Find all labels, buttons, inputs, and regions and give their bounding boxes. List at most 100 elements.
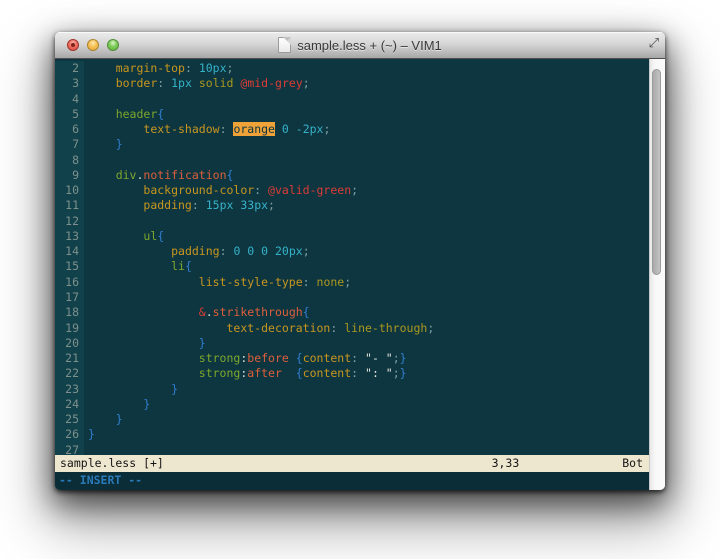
- fullscreen-icon[interactable]: ⤢: [649, 36, 659, 49]
- search-highlight: orange: [233, 122, 275, 136]
- code-token: [88, 183, 143, 197]
- code-line[interactable]: text-shadow: orange 0 -2px;: [88, 122, 649, 137]
- code-line[interactable]: }: [88, 137, 649, 152]
- code-token: {: [296, 351, 303, 365]
- line-number: 6: [55, 122, 79, 137]
- code-line[interactable]: div.notification{: [88, 168, 649, 183]
- mode-indicator: -- INSERT --: [55, 473, 142, 487]
- code-token: }: [88, 427, 95, 441]
- code-token: &: [199, 305, 206, 319]
- code-line[interactable]: }: [88, 397, 649, 412]
- code-token: ;: [393, 351, 400, 365]
- code-line[interactable]: strong:before {content: "- ";}: [88, 351, 649, 366]
- code-token: }: [400, 366, 407, 380]
- code-token: ;: [227, 61, 234, 75]
- line-number: 27: [55, 443, 79, 455]
- code-token: ;: [303, 244, 310, 258]
- code-line[interactable]: }: [88, 336, 649, 351]
- code-line[interactable]: margin-top: 10px;: [88, 61, 649, 76]
- line-number: 11: [55, 198, 79, 213]
- minimize-button[interactable]: [87, 39, 99, 51]
- line-number: 5: [55, 107, 79, 122]
- code-line[interactable]: li{: [88, 259, 649, 274]
- code-token: 0 0 0 20px: [233, 244, 302, 258]
- code-token: }: [199, 336, 206, 350]
- code-line[interactable]: [88, 153, 649, 168]
- line-number: 12: [55, 214, 79, 229]
- code-token: [88, 122, 143, 136]
- code-token: ;: [323, 122, 330, 136]
- code-token: [358, 366, 365, 380]
- window-content: 2345678910111213141516171819202122232425…: [55, 59, 665, 490]
- code-line[interactable]: list-style-type: none;: [88, 275, 649, 290]
- code-token: 0 -2px: [282, 122, 324, 136]
- code-token: div: [116, 168, 137, 182]
- window-title: sample.less + (~) – VIM1: [297, 38, 442, 53]
- line-number: 20: [55, 336, 79, 351]
- line-number: 3: [55, 76, 79, 91]
- code-line[interactable]: }: [88, 382, 649, 397]
- editor-main: 2345678910111213141516171819202122232425…: [55, 59, 649, 490]
- code-line[interactable]: [88, 92, 649, 107]
- code-token: }: [171, 382, 178, 396]
- code-area[interactable]: 2345678910111213141516171819202122232425…: [55, 59, 649, 455]
- code-token: [310, 275, 317, 289]
- code-line[interactable]: [88, 290, 649, 305]
- code-token: padding: [143, 198, 191, 212]
- status-position: Bot: [622, 455, 643, 472]
- code-token: line-through: [344, 321, 427, 335]
- code-line[interactable]: text-decoration: line-through;: [88, 321, 649, 336]
- code-token: [88, 137, 116, 151]
- code-token: [289, 351, 296, 365]
- code-token: :: [220, 122, 227, 136]
- code-line[interactable]: padding: 0 0 0 20px;: [88, 244, 649, 259]
- line-number: 22: [55, 366, 79, 381]
- line-number: 18: [55, 305, 79, 320]
- code-line[interactable]: border: 1px solid @mid-grey;: [88, 76, 649, 91]
- code-line[interactable]: strong:after {content: ": ";}: [88, 366, 649, 381]
- window-titlebar[interactable]: sample.less + (~) – VIM1 ⤢: [55, 32, 665, 59]
- code-token: [88, 244, 171, 258]
- code-line[interactable]: &.strikethrough{: [88, 305, 649, 320]
- code-token: .: [206, 305, 213, 319]
- code-token: [192, 61, 199, 75]
- code-line[interactable]: header{: [88, 107, 649, 122]
- code-line[interactable]: }: [88, 427, 649, 442]
- code-token: {: [296, 366, 303, 380]
- code-token: [88, 61, 116, 75]
- status-ruler: 3,33: [492, 455, 520, 472]
- close-button[interactable]: [67, 39, 79, 51]
- code-token: ;: [268, 198, 275, 212]
- zoom-button[interactable]: [107, 39, 119, 51]
- code-token: [88, 76, 116, 90]
- code-token: }: [116, 412, 123, 426]
- code-token: [88, 397, 143, 411]
- code-token: :: [220, 244, 227, 258]
- code-line[interactable]: [88, 443, 649, 455]
- line-number: 24: [55, 397, 79, 412]
- line-number: 17: [55, 290, 79, 305]
- code-token: [275, 122, 282, 136]
- line-number: 19: [55, 321, 79, 336]
- line-number: 9: [55, 168, 79, 183]
- code-token: }: [143, 397, 150, 411]
- command-line[interactable]: -- INSERT --: [55, 472, 649, 490]
- code-token: [88, 336, 199, 350]
- code-line[interactable]: ul{: [88, 229, 649, 244]
- scrollbar-track[interactable]: [649, 59, 665, 490]
- scrollbar-thumb[interactable]: [652, 69, 661, 275]
- code-token: strong: [199, 351, 241, 365]
- code-line[interactable]: [88, 214, 649, 229]
- code-line[interactable]: background-color: @valid-green;: [88, 183, 649, 198]
- line-number-gutter: 2345678910111213141516171819202122232425…: [55, 61, 84, 455]
- code-token: [88, 229, 143, 243]
- line-number: 21: [55, 351, 79, 366]
- code-token: "- ": [365, 351, 393, 365]
- code-line[interactable]: padding: 15px 33px;: [88, 198, 649, 213]
- code-token: [88, 412, 116, 426]
- code-token: [192, 76, 199, 90]
- code-token: [282, 366, 296, 380]
- code-token: [88, 321, 226, 335]
- code-line[interactable]: }: [88, 412, 649, 427]
- line-number: 2: [55, 61, 79, 76]
